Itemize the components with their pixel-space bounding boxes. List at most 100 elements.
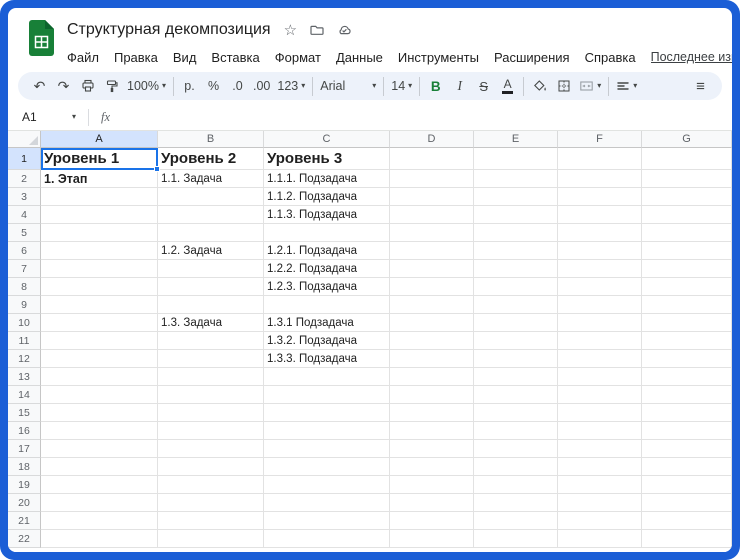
cell-G2[interactable] — [642, 170, 732, 188]
cell-G11[interactable] — [642, 332, 732, 350]
cell-G6[interactable] — [642, 242, 732, 260]
font-size-select[interactable]: 14 ▾ — [388, 75, 415, 97]
cell-E2[interactable] — [474, 170, 558, 188]
cell-D12[interactable] — [390, 350, 474, 368]
row-header-17[interactable]: 17 — [8, 440, 41, 458]
bold-button[interactable]: B — [424, 75, 447, 97]
cell-C16[interactable] — [264, 422, 390, 440]
menu-item-data[interactable]: Данные — [336, 50, 383, 65]
cell-A16[interactable] — [41, 422, 158, 440]
cell-E4[interactable] — [474, 206, 558, 224]
cell-G8[interactable] — [642, 278, 732, 296]
cell-C14[interactable] — [264, 386, 390, 404]
cell-C8[interactable]: 1.2.3. Подзадача — [264, 278, 390, 296]
cell-F5[interactable] — [558, 224, 642, 242]
cell-B22[interactable] — [158, 530, 264, 548]
cell-A21[interactable] — [41, 512, 158, 530]
cell-B4[interactable] — [158, 206, 264, 224]
cell-A22[interactable] — [41, 530, 158, 548]
cell-E20[interactable] — [474, 494, 558, 512]
cell-F11[interactable] — [558, 332, 642, 350]
cell-B16[interactable] — [158, 422, 264, 440]
cell-E5[interactable] — [474, 224, 558, 242]
cell-A1[interactable]: Уровень 1 — [41, 148, 158, 170]
cell-F12[interactable] — [558, 350, 642, 368]
row-header-8[interactable]: 8 — [8, 278, 41, 296]
cell-C1[interactable]: Уровень 3 — [264, 148, 390, 170]
cell-D11[interactable] — [390, 332, 474, 350]
redo-button[interactable]: ↷ — [52, 75, 75, 97]
cell-C12[interactable]: 1.3.3. Подзадача — [264, 350, 390, 368]
row-header-14[interactable]: 14 — [8, 386, 41, 404]
cell-E18[interactable] — [474, 458, 558, 476]
cell-B2[interactable]: 1.1. Задача — [158, 170, 264, 188]
cell-F10[interactable] — [558, 314, 642, 332]
cell-G16[interactable] — [642, 422, 732, 440]
cell-G1[interactable] — [642, 148, 732, 170]
menu-item-file[interactable]: Файл — [67, 50, 99, 65]
print-button[interactable] — [76, 75, 99, 97]
row-header-2[interactable]: 2 — [8, 170, 41, 188]
cell-B7[interactable] — [158, 260, 264, 278]
cell-G3[interactable] — [642, 188, 732, 206]
cell-G15[interactable] — [642, 404, 732, 422]
cell-F20[interactable] — [558, 494, 642, 512]
cell-E8[interactable] — [474, 278, 558, 296]
cell-D4[interactable] — [390, 206, 474, 224]
cell-D9[interactable] — [390, 296, 474, 314]
cell-F6[interactable] — [558, 242, 642, 260]
column-header-B[interactable]: B — [158, 131, 264, 148]
cell-A6[interactable] — [41, 242, 158, 260]
row-header-7[interactable]: 7 — [8, 260, 41, 278]
cell-B8[interactable] — [158, 278, 264, 296]
cell-B5[interactable] — [158, 224, 264, 242]
cell-C2[interactable]: 1.1.1. Подзадача — [264, 170, 390, 188]
sheets-logo-icon[interactable] — [28, 20, 55, 56]
cell-E21[interactable] — [474, 512, 558, 530]
cell-F14[interactable] — [558, 386, 642, 404]
cell-E7[interactable] — [474, 260, 558, 278]
number-format-button[interactable]: 123 ▾ — [274, 75, 308, 97]
cell-A17[interactable] — [41, 440, 158, 458]
cell-D6[interactable] — [390, 242, 474, 260]
column-header-G[interactable]: G — [642, 131, 732, 148]
row-header-9[interactable]: 9 — [8, 296, 41, 314]
cell-D7[interactable] — [390, 260, 474, 278]
row-header-20[interactable]: 20 — [8, 494, 41, 512]
cell-D2[interactable] — [390, 170, 474, 188]
cell-F9[interactable] — [558, 296, 642, 314]
cell-F16[interactable] — [558, 422, 642, 440]
cell-C6[interactable]: 1.2.1. Подзадача — [264, 242, 390, 260]
cell-B3[interactable] — [158, 188, 264, 206]
cell-G20[interactable] — [642, 494, 732, 512]
row-header-4[interactable]: 4 — [8, 206, 41, 224]
cell-A9[interactable] — [41, 296, 158, 314]
cloud-status-icon[interactable] — [337, 23, 352, 37]
cell-B20[interactable] — [158, 494, 264, 512]
cell-F1[interactable] — [558, 148, 642, 170]
cell-G21[interactable] — [642, 512, 732, 530]
cell-B9[interactable] — [158, 296, 264, 314]
cell-C5[interactable] — [264, 224, 390, 242]
cell-E16[interactable] — [474, 422, 558, 440]
decrease-decimal-button[interactable]: .0 — [226, 75, 249, 97]
column-header-A[interactable]: A — [41, 131, 158, 148]
cell-C3[interactable]: 1.1.2. Подзадача — [264, 188, 390, 206]
cell-E13[interactable] — [474, 368, 558, 386]
cell-B15[interactable] — [158, 404, 264, 422]
document-title[interactable]: Структурная декомпозиция — [67, 21, 271, 39]
cell-B6[interactable]: 1.2. Задача — [158, 242, 264, 260]
cell-E22[interactable] — [474, 530, 558, 548]
cell-G13[interactable] — [642, 368, 732, 386]
cell-D13[interactable] — [390, 368, 474, 386]
cell-F2[interactable] — [558, 170, 642, 188]
currency-format-button[interactable]: р. — [178, 75, 201, 97]
menu-item-insert[interactable]: Вставка — [211, 50, 259, 65]
row-header-13[interactable]: 13 — [8, 368, 41, 386]
formula-input[interactable] — [120, 104, 732, 130]
cell-A12[interactable] — [41, 350, 158, 368]
cell-D8[interactable] — [390, 278, 474, 296]
row-header-6[interactable]: 6 — [8, 242, 41, 260]
italic-button[interactable]: I — [448, 75, 471, 97]
merge-cells-button[interactable]: ▾ — [576, 75, 604, 97]
